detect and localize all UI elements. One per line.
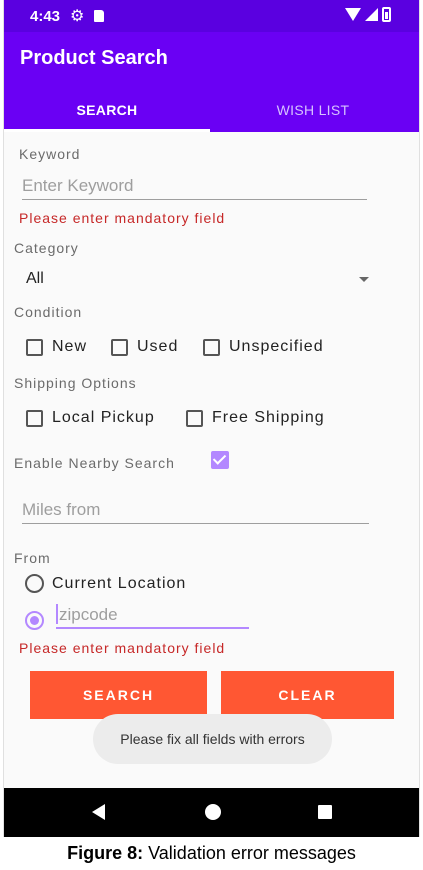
caption-prefix: Figure 8: (67, 843, 144, 863)
condition-unspecified-checkbox[interactable]: Unspecified (203, 338, 324, 356)
phone-screen: 4:43 ⚙ Product Search SEARCH WISH LIST K… (3, 0, 420, 837)
checkbox-icon[interactable] (186, 409, 203, 427)
text-cursor (56, 604, 58, 624)
condition-used-checkbox[interactable]: Used (111, 338, 178, 356)
nearby-search-label: Enable Nearby Search (14, 455, 175, 471)
zipcode-radio[interactable] (25, 611, 44, 630)
keyword-error: Please enter mandatory field (19, 210, 226, 226)
gear-icon: ⚙ (70, 8, 85, 25)
checkbox-label: New (52, 338, 88, 355)
shipping-local-pickup-checkbox[interactable]: Local Pickup (26, 409, 155, 427)
current-location-radio[interactable] (25, 574, 44, 593)
error-toast: Please fix all fields with errors (93, 714, 332, 764)
checkbox-icon[interactable] (26, 409, 43, 427)
condition-new-checkbox[interactable]: New (26, 338, 87, 356)
clear-button[interactable]: CLEAR (221, 671, 394, 719)
search-button[interactable]: SEARCH (30, 671, 207, 719)
wifi-icon (345, 8, 361, 21)
checkbox-label: Used (137, 338, 179, 355)
battery-icon (382, 7, 391, 22)
zipcode-underline (56, 627, 249, 629)
caption-text: Validation error messages (143, 843, 356, 863)
condition-label: Condition (14, 304, 83, 320)
status-bar: 4:43 ⚙ (4, 0, 419, 32)
dropdown-arrow-icon[interactable] (359, 277, 369, 282)
zipcode-error: Please enter mandatory field (19, 640, 226, 656)
miles-input[interactable]: Miles from (22, 500, 100, 520)
home-icon[interactable] (205, 804, 221, 820)
shipping-label: Shipping Options (14, 375, 137, 391)
keyword-label: Keyword (19, 146, 81, 162)
figure-caption: Figure 8: Validation error messages (0, 843, 423, 864)
checkbox-label: Unspecified (229, 338, 324, 355)
back-icon[interactable] (92, 804, 105, 820)
status-time: 4:43 (30, 8, 61, 25)
checkbox-icon[interactable] (111, 338, 128, 356)
keyword-input[interactable]: Enter Keyword (22, 176, 134, 196)
app-bar: Product Search SEARCH WISH LIST (4, 32, 419, 132)
app-title: Product Search (20, 47, 168, 69)
tab-indicator (4, 129, 210, 132)
nearby-search-checkbox[interactable] (211, 451, 229, 469)
cell-signal-icon (365, 8, 378, 21)
sd-card-icon (94, 10, 104, 22)
navigation-bar (4, 788, 419, 837)
recents-icon[interactable] (318, 805, 332, 819)
checkbox-label: Local Pickup (52, 409, 155, 426)
category-dropdown[interactable]: All (26, 270, 44, 288)
tab-search[interactable]: SEARCH (4, 102, 210, 118)
from-label: From (14, 550, 51, 566)
zipcode-input[interactable]: zipcode (59, 605, 118, 625)
current-location-label: Current Location (52, 575, 187, 592)
miles-underline (22, 523, 369, 524)
keyword-underline (22, 199, 367, 200)
tab-wish-list[interactable]: WISH LIST (210, 102, 416, 118)
checkbox-icon[interactable] (203, 338, 220, 356)
category-label: Category (14, 240, 79, 256)
shipping-free-shipping-checkbox[interactable]: Free Shipping (186, 409, 325, 427)
checkbox-label: Free Shipping (212, 409, 325, 426)
checkbox-icon[interactable] (26, 338, 43, 356)
